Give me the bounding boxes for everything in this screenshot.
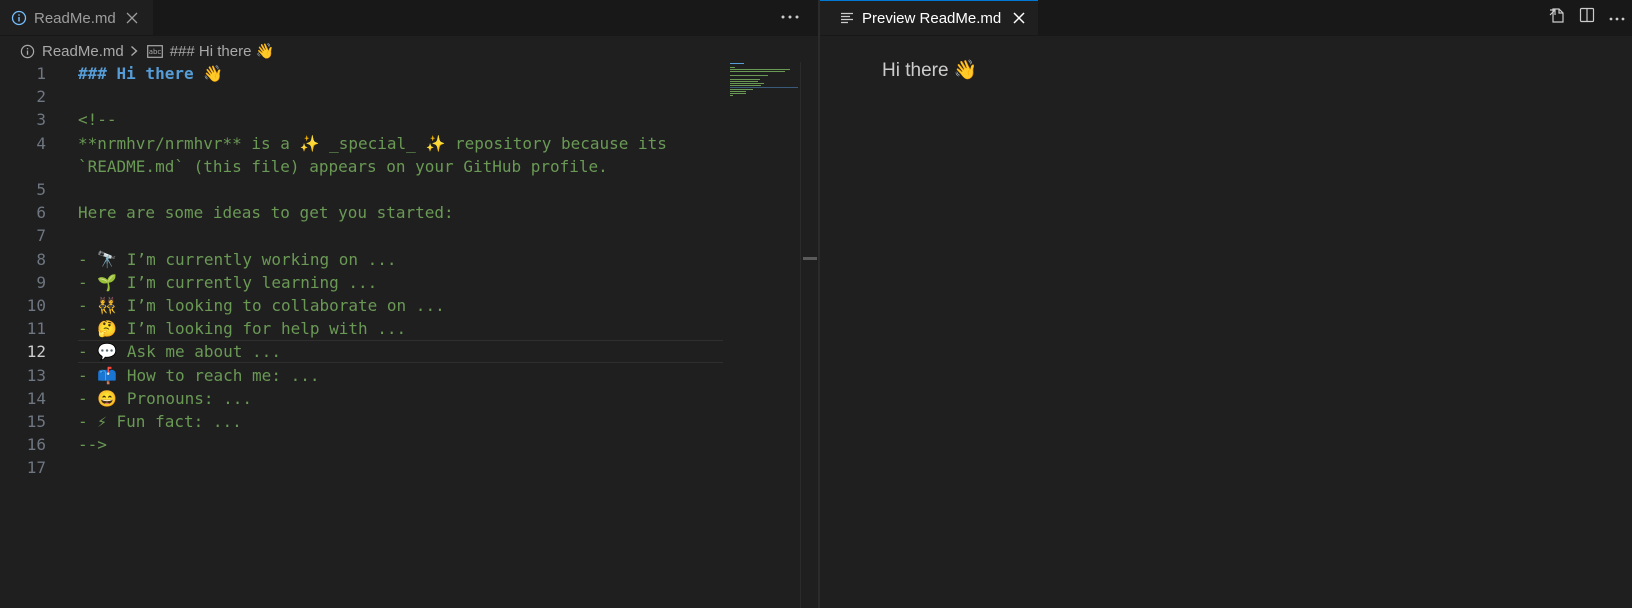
editor-line[interactable]: 2 bbox=[0, 85, 723, 108]
line-number: 16 bbox=[26, 435, 46, 454]
line-text: ### Hi there 👋 bbox=[78, 64, 224, 83]
line-number: 6 bbox=[36, 203, 46, 222]
line-number: 2 bbox=[36, 87, 46, 106]
line-number: 5 bbox=[36, 180, 46, 199]
editor-tabbar: ReadMe.md bbox=[0, 0, 818, 36]
close-icon[interactable] bbox=[1010, 9, 1028, 27]
vertical-scrollbar[interactable] bbox=[800, 62, 818, 608]
split-editor-icon bbox=[1579, 7, 1595, 28]
editor-line[interactable]: 9 - 🌱 I’m currently learning ... bbox=[0, 271, 723, 294]
line-text: <!-- bbox=[78, 110, 117, 129]
editor-line[interactable]: 3 <!-- bbox=[0, 108, 723, 131]
line-number: 3 bbox=[36, 110, 46, 129]
line-number: 10 bbox=[26, 296, 46, 315]
line-number: 17 bbox=[26, 458, 46, 477]
line-text: - 😄 Pronouns: ... bbox=[78, 389, 253, 408]
tab-label: ReadMe.md bbox=[34, 9, 116, 27]
line-number: 7 bbox=[36, 226, 46, 245]
breadcrumb: ReadMe.md abc ### Hi there 👋 bbox=[18, 40, 274, 62]
editor-group-left: ReadMe.md ReadMe.md abc ### Hi there 👋 1… bbox=[0, 0, 818, 608]
line-text: **nrmhvr/nrmhvr** is a ✨ _special_ ✨ rep… bbox=[78, 134, 667, 153]
editor-line[interactable]: 7 bbox=[0, 224, 723, 247]
breadcrumb-file[interactable]: ReadMe.md bbox=[42, 43, 124, 60]
tab-label: Preview ReadMe.md bbox=[862, 9, 1002, 27]
line-text: - 🌱 I’m currently learning ... bbox=[78, 273, 378, 292]
editor-line[interactable]: 5 bbox=[0, 178, 723, 201]
editor-line[interactable]: 16 --> bbox=[0, 433, 723, 456]
editor-line[interactable]: 13 - 📫 How to reach me: ... bbox=[0, 364, 723, 387]
line-number: 11 bbox=[26, 319, 46, 338]
editor-line[interactable]: 1 ### Hi there 👋 bbox=[0, 62, 723, 85]
breadcrumb-symbol[interactable]: ### Hi there 👋 bbox=[170, 42, 275, 60]
line-number: 9 bbox=[36, 273, 46, 292]
line-text: - 💬 Ask me about ... bbox=[78, 342, 281, 361]
svg-text:abc: abc bbox=[148, 48, 161, 56]
editor-line[interactable]: `README.md` (this file) appears on your … bbox=[0, 155, 723, 178]
tab-preview-readme[interactable]: Preview ReadMe.md bbox=[820, 0, 1038, 35]
preview-icon bbox=[838, 9, 856, 27]
line-number: 4 bbox=[36, 134, 46, 153]
scrollbar-thumb[interactable] bbox=[803, 257, 817, 260]
more-actions-button[interactable] bbox=[778, 6, 802, 28]
editor-line[interactable]: 6 Here are some ideas to get you started: bbox=[0, 201, 723, 224]
info-icon bbox=[10, 9, 28, 27]
editor-line[interactable]: 15 - ⚡ Fun fact: ... bbox=[0, 410, 723, 433]
preview-tabbar: Preview ReadMe.md bbox=[820, 0, 1632, 36]
line-number: 12 bbox=[26, 342, 46, 361]
ellipsis-icon bbox=[1609, 8, 1625, 26]
tab-readme[interactable]: ReadMe.md bbox=[0, 0, 153, 35]
info-icon bbox=[18, 42, 36, 60]
string-symbol-icon: abc bbox=[146, 42, 164, 60]
editor-line[interactable]: 11 - 🤔 I’m looking for help with ... bbox=[0, 317, 723, 340]
close-icon[interactable] bbox=[123, 9, 141, 27]
more-actions-button[interactable] bbox=[1602, 6, 1632, 28]
line-number: 1 bbox=[36, 64, 46, 83]
line-number: 13 bbox=[26, 366, 46, 385]
editor-line[interactable]: 17 bbox=[0, 456, 723, 479]
minimap[interactable] bbox=[730, 62, 800, 122]
line-text: Here are some ideas to get you started: bbox=[78, 203, 454, 222]
line-number: 8 bbox=[36, 250, 46, 269]
open-source-button[interactable] bbox=[1542, 6, 1572, 28]
line-number: 14 bbox=[26, 389, 46, 408]
editor-line[interactable]: 14 - 😄 Pronouns: ... bbox=[0, 387, 723, 410]
line-text: - 👯 I’m looking to collaborate on ... bbox=[78, 296, 445, 315]
line-text: --> bbox=[78, 435, 107, 454]
line-text: - ⚡ Fun fact: ... bbox=[78, 412, 242, 431]
line-text: - 📫 How to reach me: ... bbox=[78, 366, 320, 385]
chevron-right-icon bbox=[130, 45, 138, 57]
editor-line[interactable]: 8 - 🔭 I’m currently working on ... bbox=[0, 248, 723, 271]
editor-line[interactable]: 12 - 💬 Ask me about ... bbox=[0, 340, 723, 363]
line-text: - 🔭 I’m currently working on ... bbox=[78, 250, 397, 269]
open-file-icon bbox=[1548, 6, 1566, 29]
editor-line[interactable]: 10 - 👯 I’m looking to collaborate on ... bbox=[0, 294, 723, 317]
editor-group-right: Preview ReadMe.md Hi there � bbox=[820, 0, 1632, 608]
split-editor-button[interactable] bbox=[1572, 6, 1602, 28]
editor-actions bbox=[1542, 6, 1632, 28]
line-text: - 🤔 I’m looking for help with ... bbox=[78, 319, 407, 338]
preview-heading: Hi there 👋 bbox=[882, 60, 978, 81]
editor-line[interactable]: 4 **nrmhvr/nrmhvr** is a ✨ _special_ ✨ re… bbox=[0, 132, 723, 155]
line-text: `README.md` (this file) appears on your … bbox=[78, 157, 608, 176]
line-number: 15 bbox=[26, 412, 46, 431]
